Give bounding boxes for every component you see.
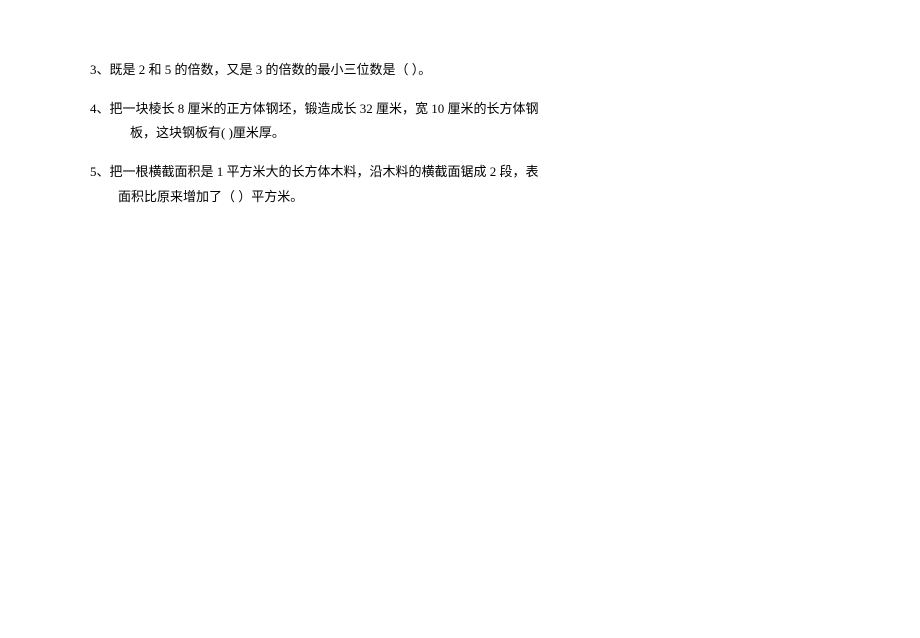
question-5-line2: 面积比原来增加了（ ）平方米。 [90,185,830,210]
question-3-line1: 既是 2 和 5 的倍数，又是 3 的倍数的最小三位数是（ ）。 [110,62,432,77]
question-3-number: 3、 [90,62,110,77]
question-4-line1-wrap: 4、把一块棱长 8 厘米的正方体钢坯，锻造成长 32 厘米，宽 10 厘米的长方… [90,97,830,122]
question-3: 3、既是 2 和 5 的倍数，又是 3 的倍数的最小三位数是（ ）。 [90,58,830,83]
question-4-line1: 把一块棱长 8 厘米的正方体钢坯，锻造成长 32 厘米，宽 10 厘米的长方体钢 [110,101,539,116]
question-5-line1-wrap: 5、把一根横截面积是 1 平方米大的长方体木料，沿木料的横截面锯成 2 段，表 [90,160,830,185]
question-3-text: 3、既是 2 和 5 的倍数，又是 3 的倍数的最小三位数是（ ）。 [90,58,830,83]
question-5-number: 5、 [90,164,110,179]
question-4: 4、把一块棱长 8 厘米的正方体钢坯，锻造成长 32 厘米，宽 10 厘米的长方… [90,97,830,146]
question-4-number: 4、 [90,101,110,116]
question-4-line2: 板，这块钢板有( )厘米厚。 [90,121,830,146]
question-5-line1: 把一根横截面积是 1 平方米大的长方体木料，沿木料的横截面锯成 2 段，表 [110,164,539,179]
question-5: 5、把一根横截面积是 1 平方米大的长方体木料，沿木料的横截面锯成 2 段，表 … [90,160,830,209]
